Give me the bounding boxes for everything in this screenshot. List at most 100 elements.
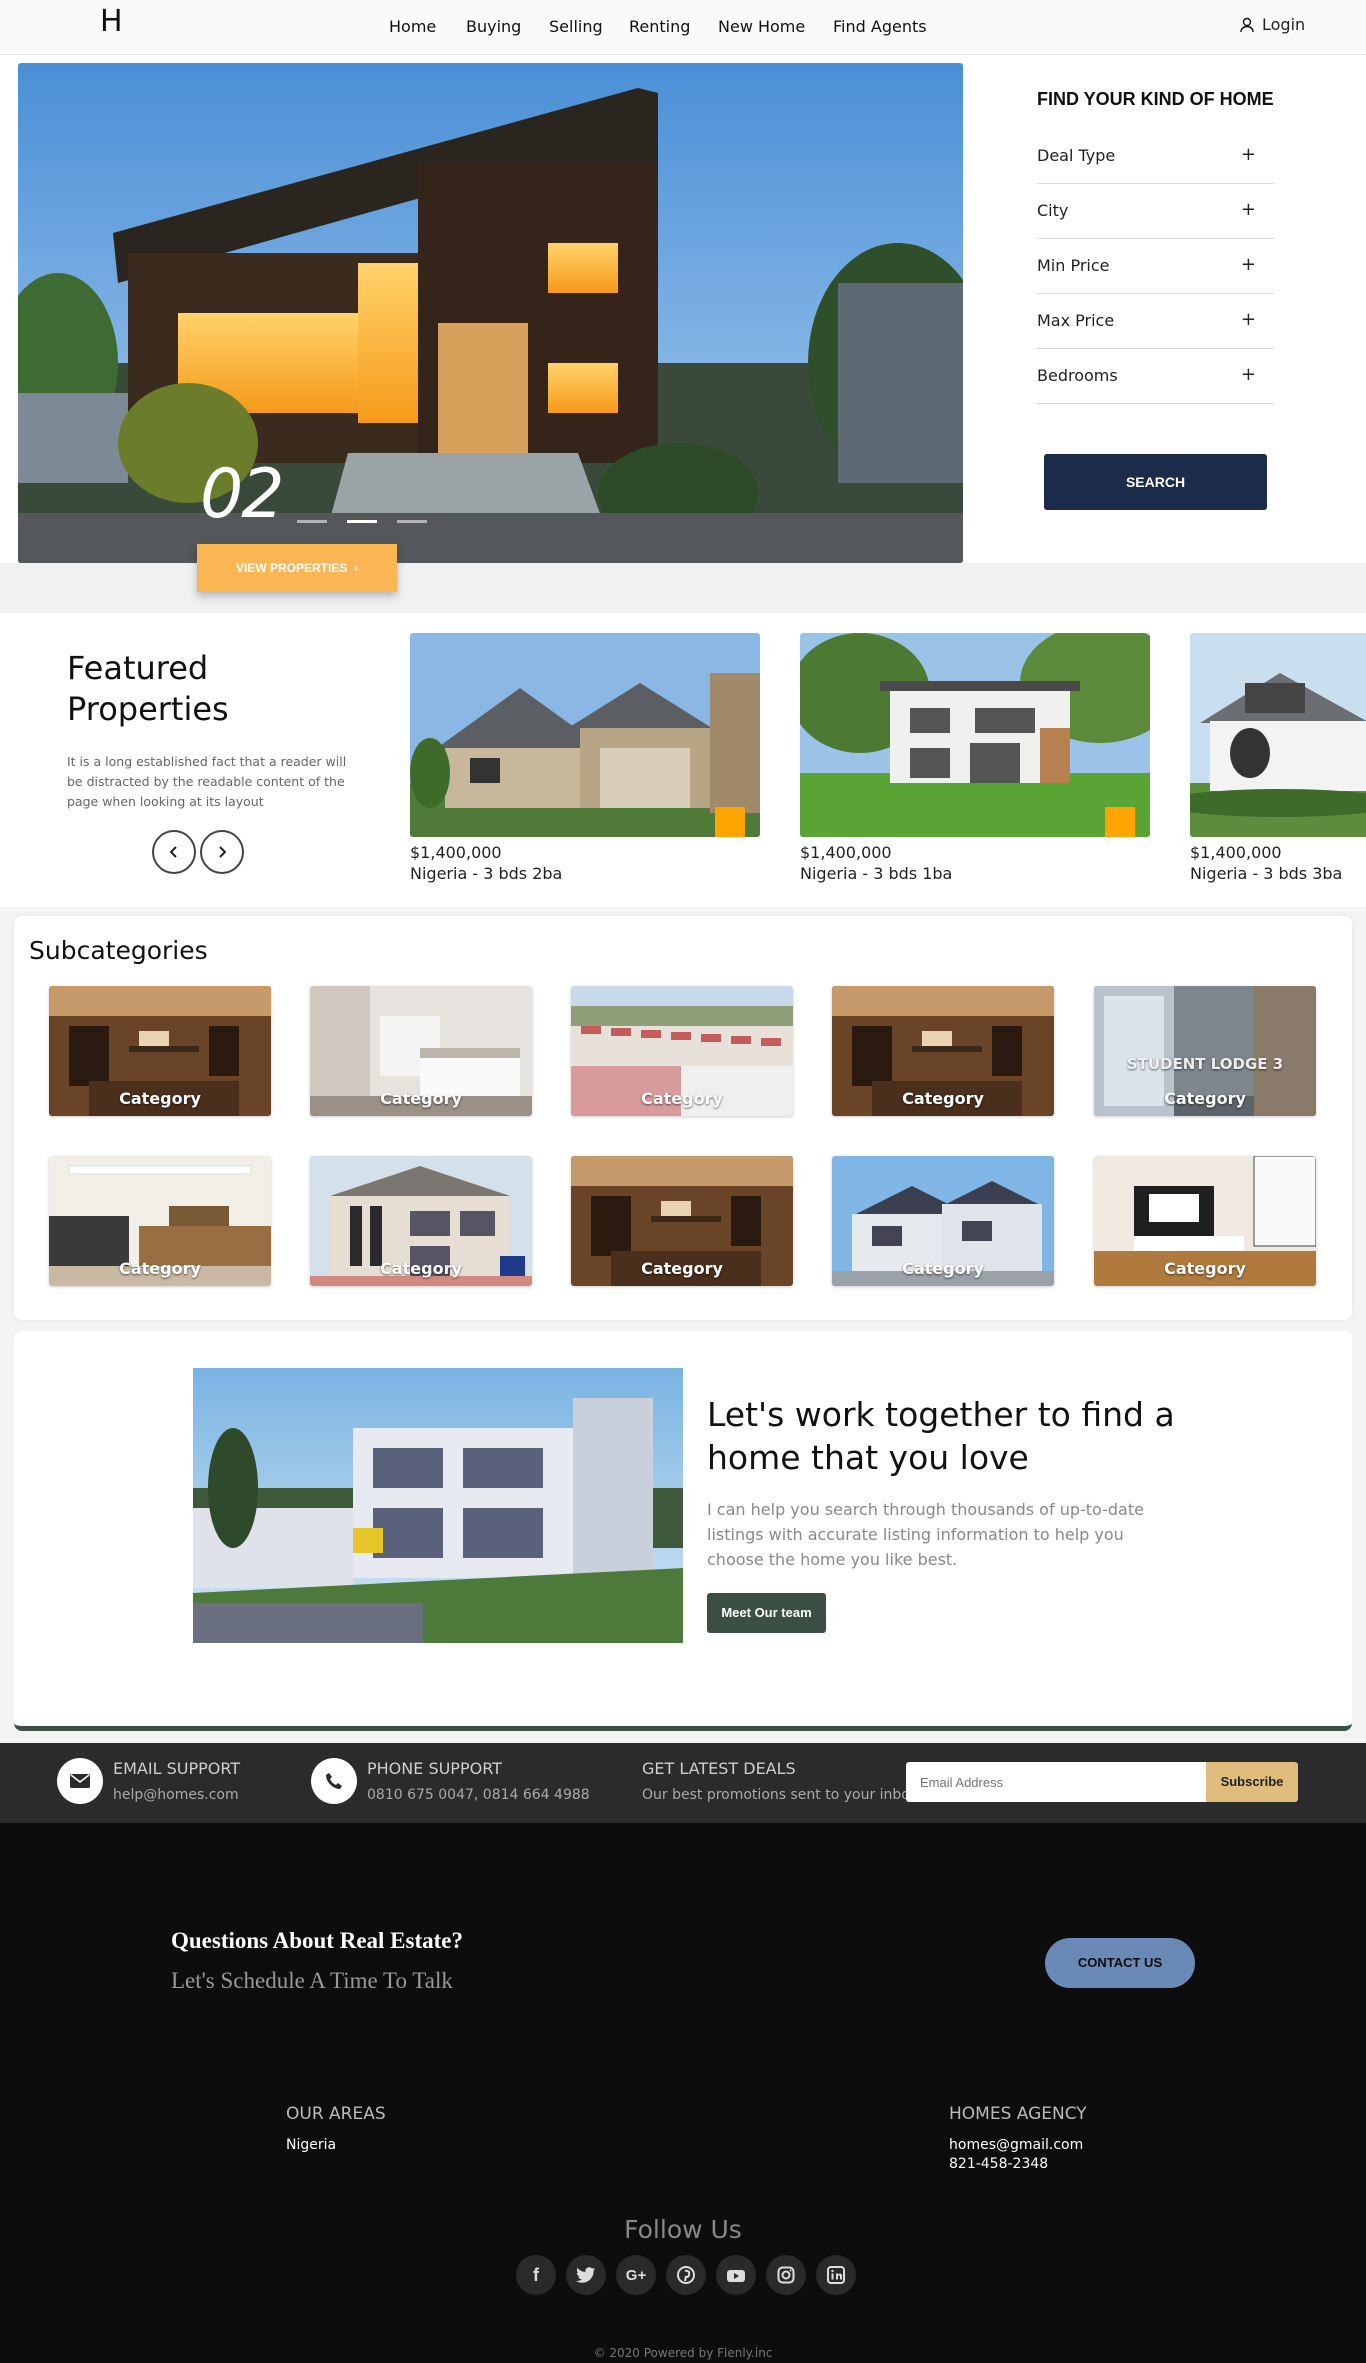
- finder-title: FIND YOUR KIND OF HOME: [1037, 89, 1274, 109]
- category-tile[interactable]: Category: [832, 1156, 1054, 1286]
- category-tile[interactable]: Category: [49, 1156, 271, 1286]
- property-image: [410, 633, 760, 837]
- plus-icon: +: [1240, 199, 1256, 220]
- property-desc: Nigeria - 3 bds 2ba: [410, 864, 563, 883]
- slide-indicator-3[interactable]: [397, 520, 427, 523]
- facebook-icon[interactable]: f: [516, 2255, 556, 2295]
- instagram-icon[interactable]: [766, 2255, 806, 2295]
- view-properties-button[interactable]: VIEW PROPERTIES ›: [197, 544, 397, 592]
- property-desc: Nigeria - 3 bds 3ba: [1190, 864, 1343, 883]
- questions-title: Questions About Real Estate?: [171, 1928, 463, 1953]
- areas-title: OUR AREAS: [286, 2104, 386, 2124]
- category-tile[interactable]: STUDENT LODGE 3 Category: [1094, 986, 1316, 1116]
- email-support-title: EMAIL SUPPORT: [113, 1759, 241, 1778]
- nav-home[interactable]: Home: [389, 17, 436, 36]
- category-label: Category: [1164, 1259, 1246, 1278]
- agency-email[interactable]: homes@gmail.com: [949, 2137, 1083, 2153]
- filter-label: Bedrooms: [1037, 366, 1118, 385]
- nav-new-home[interactable]: New Home: [718, 17, 805, 36]
- prev-arrow-button[interactable]: [152, 830, 196, 874]
- property-card[interactable]: $1,400,000 Nigeria - 3 bds 3ba: [1190, 633, 1366, 883]
- deals-title: GET LATEST DEALS: [642, 1759, 796, 1778]
- category-label: Category: [902, 1259, 984, 1278]
- property-price: $1,400,000: [1190, 843, 1282, 862]
- featured-description: It is a long established fact that a rea…: [67, 754, 347, 809]
- chevron-right-icon: [219, 846, 227, 858]
- subscribe-button[interactable]: Subscribe: [1206, 1762, 1298, 1802]
- google-plus-icon[interactable]: G+: [616, 2255, 656, 2295]
- contact-us-button[interactable]: CONTACT US: [1045, 1938, 1195, 1988]
- phone-support-title: PHONE SUPPORT: [367, 1759, 502, 1778]
- property-tag: [715, 807, 745, 837]
- category-label: Category: [641, 1089, 723, 1108]
- chevron-left-icon: [169, 846, 177, 858]
- filter-label: City: [1037, 201, 1069, 220]
- category-label: Category: [380, 1259, 462, 1278]
- plus-icon: +: [1240, 144, 1256, 165]
- slide-indicator-2[interactable]: [347, 520, 377, 523]
- pinterest-icon[interactable]: [666, 2255, 706, 2295]
- promo-text: I can help you search through thousands …: [707, 1500, 1144, 1569]
- filter-city[interactable]: City +: [1037, 184, 1274, 239]
- filter-bedrooms[interactable]: Bedrooms +: [1037, 349, 1274, 404]
- slide-indicator-1[interactable]: [297, 520, 327, 523]
- search-button[interactable]: SEARCH: [1044, 454, 1267, 510]
- property-price: $1,400,000: [410, 843, 502, 862]
- student-lodge-label: STUDENT LODGE 3: [1126, 1055, 1284, 1073]
- nav-selling[interactable]: Selling: [549, 17, 603, 36]
- nav-buying[interactable]: Buying: [466, 17, 521, 36]
- hero-slider-image: [18, 63, 963, 563]
- property-price: $1,400,000: [800, 843, 892, 862]
- category-tile[interactable]: Category: [832, 986, 1054, 1116]
- email-support-value[interactable]: help@homes.com: [113, 1787, 239, 1803]
- plus-icon: +: [1240, 254, 1256, 275]
- main-nav: Home Buying Selling Renting New Home Fin…: [0, 0, 1366, 54]
- category-label: Category: [119, 1259, 201, 1278]
- category-tile[interactable]: Category: [310, 1156, 532, 1286]
- property-image: [1190, 633, 1366, 837]
- login-link[interactable]: Login: [1240, 15, 1305, 34]
- nav-find-agents[interactable]: Find Agents: [833, 17, 927, 36]
- filter-label: Max Price: [1037, 311, 1115, 330]
- newsletter-email-input[interactable]: [906, 1762, 1206, 1802]
- login-label: Login: [1262, 15, 1306, 34]
- category-tile[interactable]: Category: [310, 986, 532, 1116]
- copyright: © 2020 Powered by Flenly.inc: [593, 2346, 773, 2360]
- category-label: Category: [380, 1089, 462, 1108]
- user-icon: [1240, 17, 1254, 32]
- category-label: Category: [641, 1259, 723, 1278]
- envelope-icon: [70, 1774, 90, 1788]
- category-tile[interactable]: Category: [571, 1156, 793, 1286]
- property-card[interactable]: $1,400,000 Nigeria - 3 bds 1ba: [800, 633, 1150, 883]
- filter-deal-type[interactable]: Deal Type +: [1037, 129, 1274, 184]
- category-tile[interactable]: Category: [49, 986, 271, 1116]
- agency-title: HOMES AGENCY: [949, 2104, 1087, 2124]
- email-support-icon-wrap: [57, 1758, 103, 1804]
- meet-team-button[interactable]: Meet Our team: [707, 1593, 826, 1633]
- twitter-icon[interactable]: [566, 2255, 606, 2295]
- questions-subtitle: Let's Schedule A Time To Talk: [171, 1968, 453, 1993]
- next-arrow-button[interactable]: [200, 830, 244, 874]
- category-label: Category: [1164, 1089, 1246, 1108]
- agency-phone[interactable]: 821-458-2348: [949, 2156, 1048, 2172]
- phone-support-icon-wrap: [311, 1758, 357, 1804]
- filter-label: Deal Type: [1037, 146, 1116, 165]
- phone-support-value[interactable]: 0810 675 0047, 0814 664 4988: [367, 1787, 590, 1803]
- view-properties-label: VIEW PROPERTIES: [235, 561, 348, 575]
- slide-number: 02: [200, 455, 285, 534]
- filter-min-price[interactable]: Min Price +: [1037, 239, 1274, 294]
- property-card[interactable]: $1,400,000 Nigeria - 3 bds 2ba: [410, 633, 760, 883]
- plus-icon: +: [1240, 309, 1256, 330]
- filter-max-price[interactable]: Max Price +: [1037, 294, 1274, 349]
- nav-renting[interactable]: Renting: [629, 17, 690, 36]
- areas-value[interactable]: Nigeria: [286, 2137, 336, 2153]
- phone-icon: [326, 1773, 342, 1789]
- category-tile[interactable]: Category: [1094, 1156, 1316, 1286]
- linkedin-icon[interactable]: [816, 2255, 856, 2295]
- property-image: [800, 633, 1150, 837]
- youtube-icon[interactable]: [716, 2255, 756, 2295]
- filter-label: Min Price: [1037, 256, 1110, 275]
- deals-text: Our best promotions sent to your inbox.: [642, 1787, 923, 1803]
- category-tile[interactable]: Category: [571, 986, 793, 1116]
- social-links: f G+: [511, 2255, 861, 2300]
